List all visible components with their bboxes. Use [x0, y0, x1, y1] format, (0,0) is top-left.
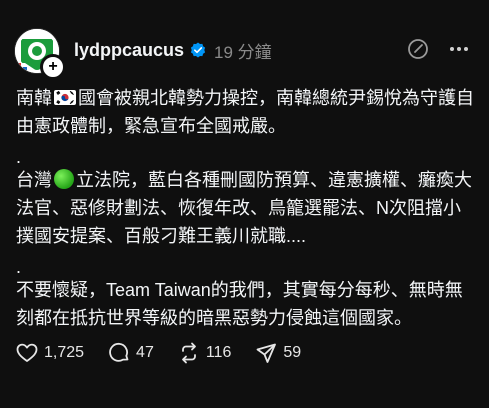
post-paragraph-3: 不要懷疑，Team Taiwan的我們，其實每分每秒、無時無刻都在抵抗世界等級的… [16, 280, 463, 328]
share-button[interactable]: 59 [255, 342, 301, 364]
heart-icon [16, 343, 38, 362]
share-count: 59 [283, 344, 302, 361]
south-korea-flag-icon [54, 85, 76, 105]
more-options-icon[interactable] [449, 46, 469, 52]
post-body: 南韓 國會被親北韓勢力操控，南韓總統尹錫悅為守護自由憲政體制，緊急宣布全國戒嚴。… [16, 84, 478, 332]
verified-badge-icon [190, 42, 206, 58]
edit-circle-icon[interactable] [407, 38, 429, 60]
follow-plus-icon[interactable]: + [40, 54, 66, 80]
post-time: 19 分鐘 [214, 42, 272, 62]
send-icon [256, 343, 277, 363]
repost-count: 116 [205, 344, 232, 361]
comment-button[interactable]: 47 [108, 342, 154, 364]
separator: . [16, 147, 22, 167]
like-count: 1,725 [44, 344, 85, 361]
post-actions: 1,725 47 116 59 [16, 342, 325, 364]
comment-count: 47 [136, 344, 154, 361]
green-circle-icon [54, 169, 74, 189]
separator: . [16, 257, 22, 277]
threads-post: + lydppcaucus 19 分鐘 南韓 國會被親北韓勢力操控，南韓總統尹錫… [0, 0, 489, 408]
post-header: lydppcaucus 19 分鐘 [74, 38, 272, 62]
repost-icon [181, 342, 196, 364]
comment-icon [109, 342, 129, 362]
post-paragraph-2: 台灣 立法院，藍白各種刪國防預算、違憲擴權、癱瘓大法官、惡修財劃法、恢復年改、鳥籠… [16, 169, 472, 246]
top-actions [407, 38, 469, 60]
avatar[interactable]: + [14, 28, 66, 80]
post-paragraph-1: 南韓 國會被親北韓勢力操控，南韓總統尹錫悅為守護自由憲政體制，緊急宣布全國戒嚴。 [16, 84, 478, 140]
repost-button[interactable]: 116 [178, 342, 232, 364]
like-button[interactable]: 1,725 [16, 343, 84, 363]
username[interactable]: lydppcaucus [74, 40, 184, 61]
